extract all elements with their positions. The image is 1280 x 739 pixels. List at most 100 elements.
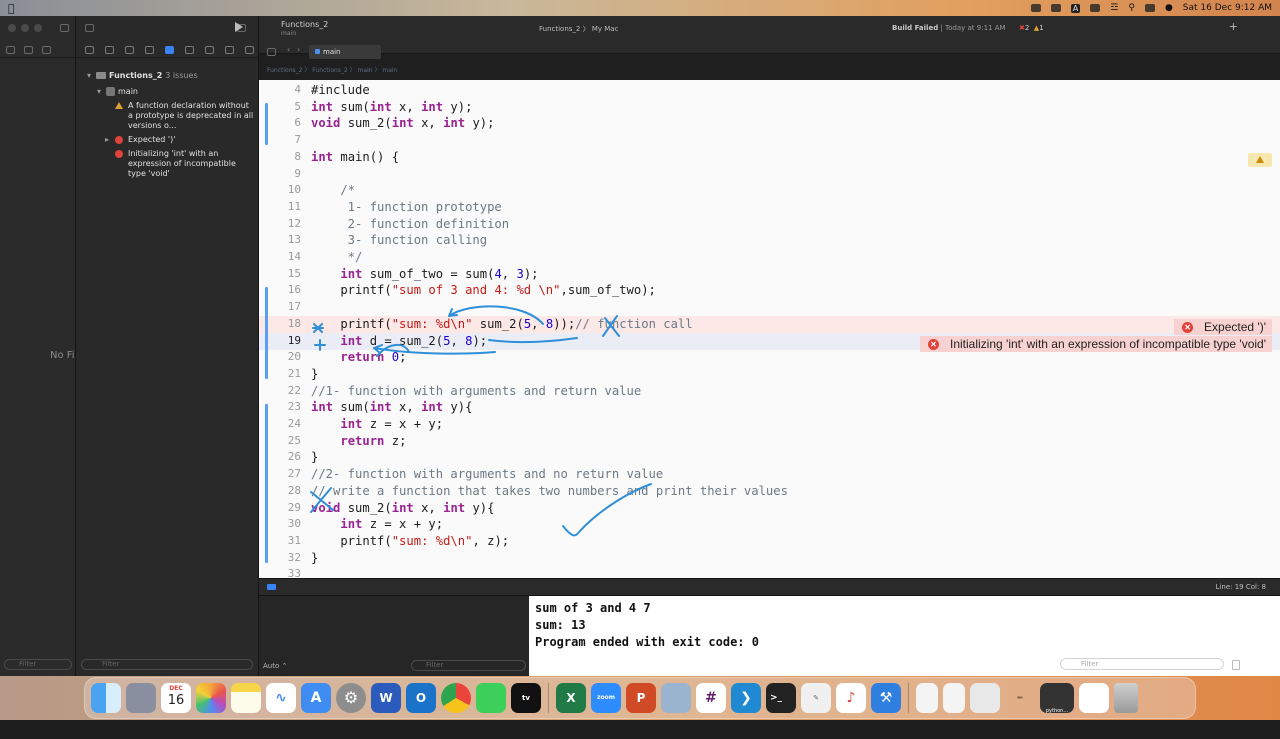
blank-window-icon[interactable] [1079,683,1109,713]
zoom-window-button[interactable] [34,24,42,32]
battery-icon[interactable] [1090,4,1101,12]
document-icon[interactable] [943,683,965,713]
code-line[interactable]: return z; [311,434,406,448]
finder-icon[interactable] [91,683,121,713]
disclosure-icon[interactable]: ▾ [97,86,101,97]
code-line[interactable]: /* [311,183,355,197]
code-line[interactable]: int z = x + y; [311,517,443,531]
change-indicator[interactable] [265,403,268,563]
code-line[interactable]: printf("sum: %d\n", z); [311,534,509,548]
acrobat-icon[interactable]: ♪ [836,683,866,713]
chrome-icon[interactable] [441,683,471,713]
textedit-icon[interactable]: ✎ [801,683,831,713]
code-line[interactable]: printf("sum: %d\n" sum_2(5, 8));// funct… [311,317,692,331]
forward-icon[interactable]: › [297,45,300,54]
apple-tv-icon[interactable]: tv [511,683,541,713]
debug-nav-icon[interactable] [205,46,214,54]
error-message-line-19[interactable]: ✕ Initializing 'int' with an expression o… [920,336,1272,352]
calendar-icon[interactable]: DEC 16 [161,683,191,713]
terminal-icon[interactable]: >_ [766,683,796,713]
screen-record-icon[interactable] [1030,4,1041,12]
folder-stack-icon[interactable] [970,683,1000,713]
code-line[interactable]: int sum_of_two = sum(4, 3); [311,267,538,281]
disclosure-icon[interactable]: ▾ [87,70,91,81]
change-indicator[interactable] [265,286,268,379]
python-window-icon[interactable]: python... [1040,683,1074,714]
trash-icon[interactable] [1232,660,1240,670]
photos-icon[interactable] [196,683,226,713]
test-nav-icon[interactable] [185,46,194,54]
messages-icon[interactable] [476,683,506,713]
jump-bar[interactable]: Functions_2 〉 Functions_2 〉 main 〉 main [259,65,1280,77]
xcode-icon[interactable]: ⚒ [871,683,901,713]
issue-file-row[interactable]: ▾ main [77,86,259,97]
error-message-line-18[interactable]: ✕ Expected ')' [1174,319,1272,335]
trash-bin-icon[interactable] [1114,683,1138,713]
outlook-icon[interactable]: O [406,683,436,713]
source-control-icon[interactable] [24,46,33,54]
folder-icon[interactable] [6,46,15,54]
issue-item[interactable]: Initializing 'int' with an expression of… [77,149,255,179]
code-line[interactable]: int main() { [311,150,399,164]
project-nav-icon[interactable] [85,46,94,54]
menu-clock[interactable]: Sat 16 Dec 9:12 AM [1183,3,1272,13]
code-line[interactable]: 3- function calling [311,233,487,247]
back-icon[interactable]: ‹ [287,45,290,54]
control-center-icon[interactable] [1144,4,1155,12]
tab-main[interactable]: main [309,45,381,59]
disclosure-icon[interactable]: ▸ [105,135,109,145]
code-line[interactable]: */ [311,250,363,264]
hide-debug-area-icon[interactable] [267,584,276,590]
close-window-button[interactable] [8,24,16,32]
code-line[interactable]: void sum_2(int x, int y); [311,116,494,130]
apple-icon[interactable]:  [8,2,15,15]
code-line[interactable]: } [311,450,318,464]
siri-icon[interactable]: ● [1165,3,1173,13]
code-line[interactable]: return 0; [311,350,406,364]
code-line[interactable]: //1- function with arguments and return … [311,384,641,398]
code-editor[interactable]: 4 #include 5 int sum(int x, int y); 6 void s… [259,80,1280,578]
report-nav-icon[interactable] [245,46,254,54]
code-line[interactable]: // write a function that takes two numbe… [311,484,788,498]
source-control-nav-icon[interactable] [105,46,114,54]
sidebar-toggle-icon[interactable] [60,24,69,32]
console-filter-input[interactable]: Filter [1060,658,1224,670]
preview-icon[interactable] [661,683,691,713]
change-indicator[interactable] [265,103,268,146]
run-icon[interactable] [235,22,243,32]
issue-nav-icon[interactable] [165,46,174,54]
wifi-icon[interactable]: ☲ [1110,3,1118,13]
excel-icon[interactable]: X [556,683,586,713]
freeform-icon[interactable]: ∿ [266,683,296,713]
console-output[interactable]: sum of 3 and 4 7 sum: 13 Program ended w… [529,596,1280,676]
code-line[interactable]: int sum(int x, int y){ [311,400,472,414]
pencil-stack-icon[interactable]: ✏ [1005,683,1035,713]
bookmark-nav-icon[interactable] [125,46,134,54]
add-icon[interactable]: + [1229,20,1238,33]
code-line[interactable]: 2- function definition [311,217,509,231]
minimize-window-button[interactable] [21,24,29,32]
launchpad-icon[interactable] [126,683,156,713]
document-icon[interactable] [916,683,938,713]
issue-counters[interactable]: ✖2 ▲1 [1019,24,1044,32]
code-line[interactable]: 1- function prototype [311,200,502,214]
code-line[interactable]: #include [311,83,377,97]
code-line[interactable]: //2- function with arguments and no retu… [311,467,663,481]
related-items-icon[interactable] [267,48,276,56]
screenshot-icon[interactable] [1050,4,1061,12]
navigator-filter-input[interactable]: Filter [4,659,72,670]
sidebar-icon[interactable] [85,24,94,32]
scheme-selector[interactable]: Functions_2 〉 My Mac [539,24,618,34]
issue-item[interactable]: A function declaration without a prototy… [77,101,255,131]
code-line[interactable]: } [311,551,318,565]
code-line[interactable]: } [311,367,318,381]
code-line[interactable]: int z = x + y; [311,417,443,431]
zoom-icon[interactable]: zoom [591,683,621,713]
symbol-icon[interactable] [42,46,51,54]
code-line[interactable]: printf("sum of 3 and 4: %d \n",sum_of_tw… [311,283,656,297]
find-nav-icon[interactable] [145,46,154,54]
issue-project-row[interactable]: ▾ Functions_2 3 issues [77,70,259,81]
input-source-icon[interactable]: A [1070,3,1081,13]
app-store-icon[interactable]: A [301,683,331,713]
notes-icon[interactable] [231,683,261,713]
